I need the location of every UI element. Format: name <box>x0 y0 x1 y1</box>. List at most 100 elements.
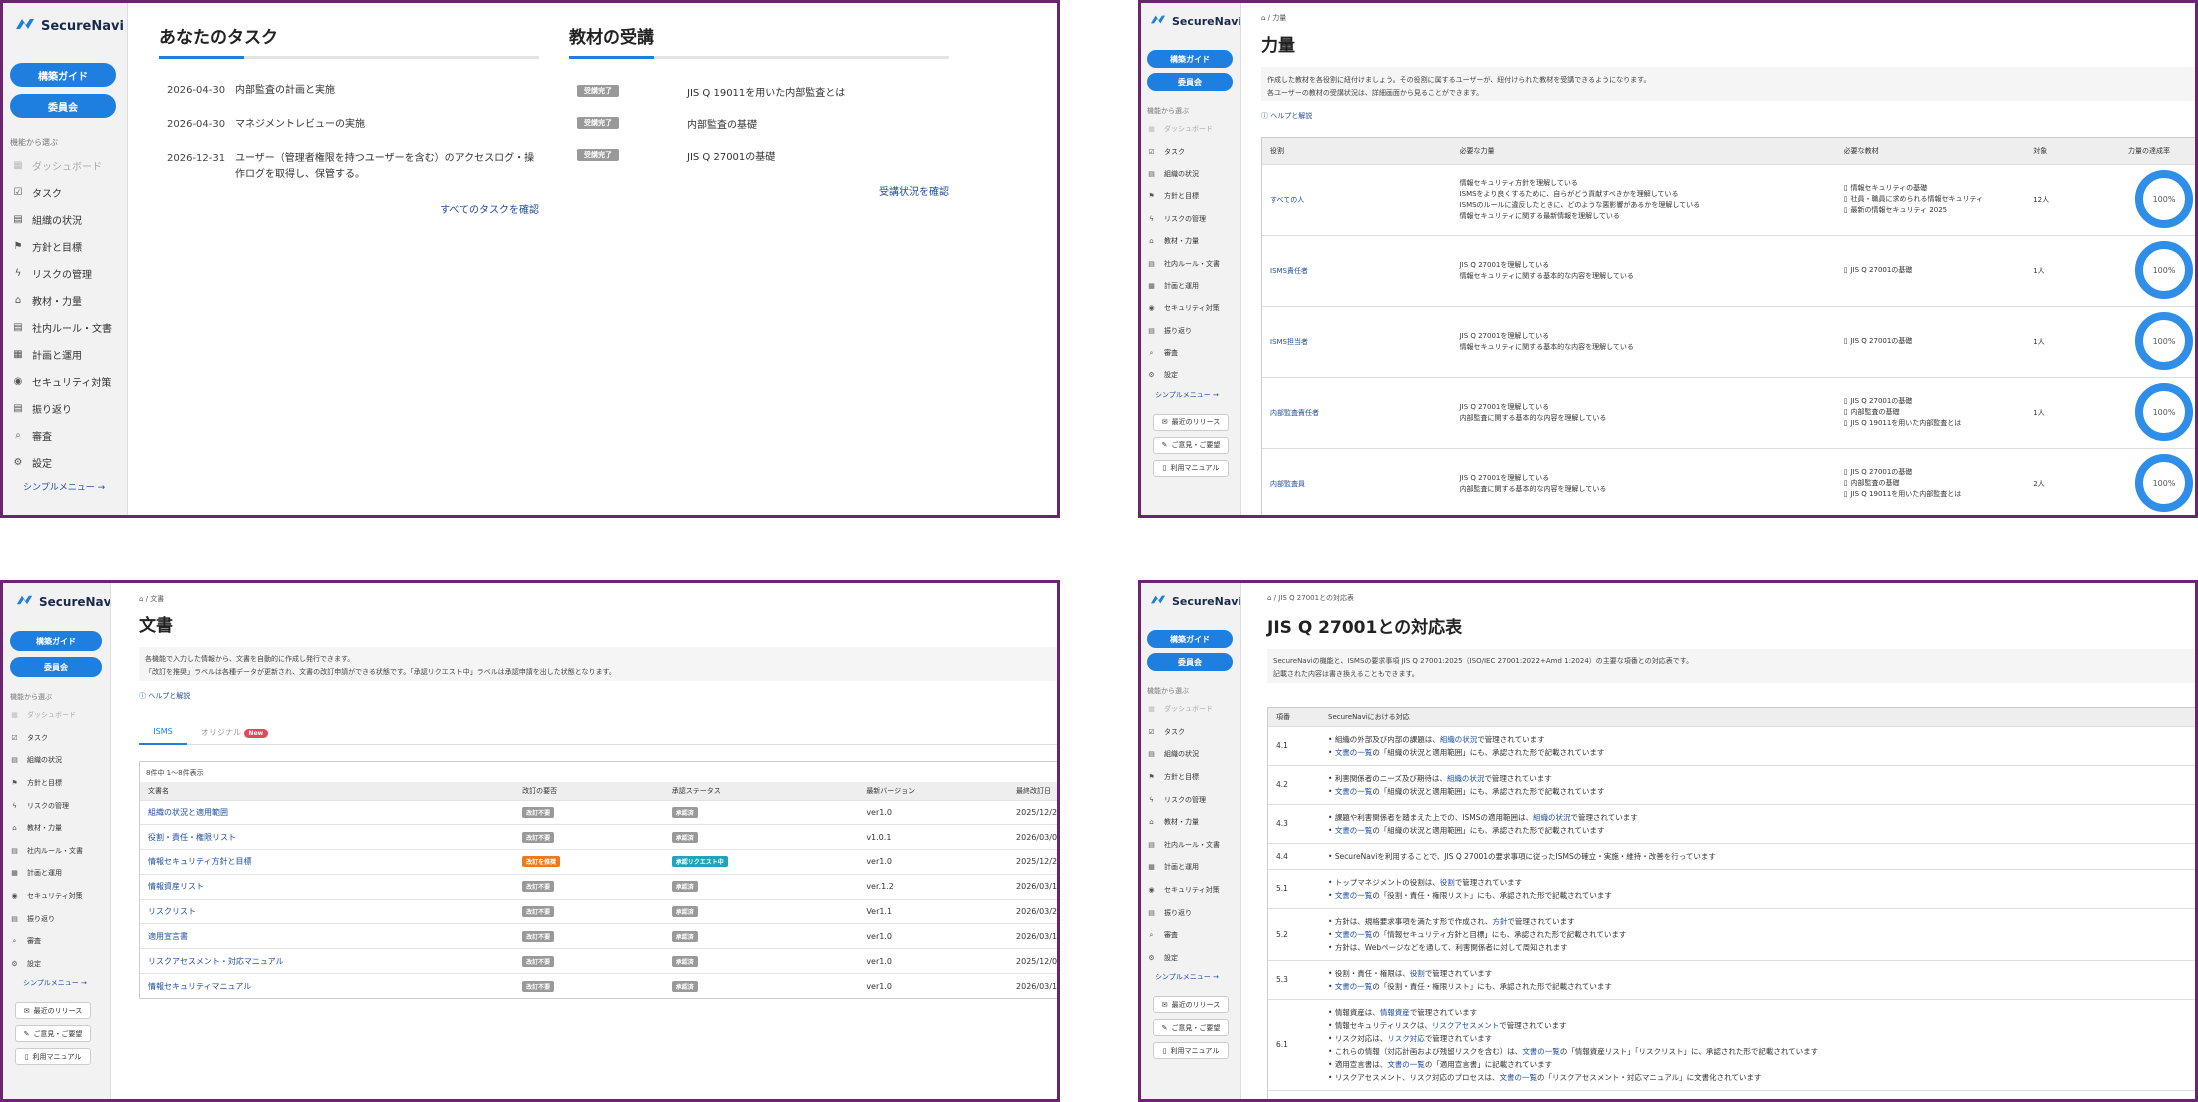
committee-button[interactable]: 委員会 <box>10 657 102 677</box>
all-tasks-link[interactable]: すべてのタスクを確認 <box>159 201 539 216</box>
tab-isms[interactable]: ISMS <box>139 723 187 745</box>
simple-menu-link[interactable]: シンプルメニュー → <box>1155 972 1240 982</box>
inline-link[interactable]: 文書の一覧 <box>1500 1073 1538 1082</box>
footer-button-1[interactable]: ✎ ご意見・ご要望 <box>1153 436 1229 454</box>
sidebar-item-4[interactable]: ϟ リスクの管理 <box>1141 208 1240 230</box>
inline-link[interactable]: 文書の一覧 <box>1335 748 1373 757</box>
sidebar-item-2[interactable]: ▤ 組織の状況 <box>1141 743 1240 766</box>
course-item[interactable]: 受講完了 内部監査の基礎 <box>569 115 949 131</box>
sidebar-item-5[interactable]: ⌂ 教材・力量 <box>1141 811 1240 834</box>
inline-link[interactable]: 文書の一覧 <box>1335 787 1373 796</box>
help-link[interactable]: ⓘ ヘルプと解説 <box>139 691 190 701</box>
sidebar-item-10[interactable]: ⌕ 審査 <box>3 930 110 953</box>
committee-button[interactable]: 委員会 <box>1147 653 1233 671</box>
task-item[interactable]: 2026-04-30 内部監査の計画と実施 <box>159 83 539 99</box>
sidebar-item-4[interactable]: ϟ リスクの管理 <box>3 260 127 287</box>
sidebar-item-1[interactable]: ☑ タスク <box>1141 721 1240 744</box>
inline-link[interactable]: 組織の状況 <box>1440 735 1478 744</box>
sidebar-item-0[interactable]: ▦ ダッシュボード <box>1141 118 1240 140</box>
sidebar-item-6[interactable]: ▤ 社内ルール・文書 <box>1141 834 1240 857</box>
inline-link[interactable]: 文書の一覧 <box>1335 982 1373 991</box>
sidebar-item-11[interactable]: ⚙ 設定 <box>1141 947 1240 970</box>
sidebar-item-3[interactable]: ⚑ 方針と目標 <box>1141 185 1240 207</box>
sidebar-item-9[interactable]: ▤ 振り返り <box>3 395 127 422</box>
sidebar-item-4[interactable]: ϟ リスクの管理 <box>1141 788 1240 811</box>
doc-link[interactable]: リスクリスト <box>148 907 196 916</box>
sidebar-item-9[interactable]: ▤ 振り返り <box>3 907 110 930</box>
role-link[interactable]: ISMS担当者 <box>1270 338 1308 346</box>
sidebar-item-6[interactable]: ▤ 社内ルール・文書 <box>1141 252 1240 274</box>
doc-link[interactable]: 情報セキュリティ方針と目標 <box>148 857 252 866</box>
sidebar-item-5[interactable]: ⌂ 教材・力量 <box>3 287 127 314</box>
inline-link[interactable]: 役割 <box>1410 969 1425 978</box>
guide-button[interactable]: 構築ガイド <box>10 631 102 651</box>
course-status-link[interactable]: 受講状況を確認 <box>569 183 949 198</box>
sidebar-item-9[interactable]: ▤ 振り返り <box>1141 320 1240 342</box>
sidebar-item-6[interactable]: ▤ 社内ルール・文書 <box>3 314 127 341</box>
sidebar-item-8[interactable]: ◉ セキュリティ対策 <box>3 885 110 908</box>
sidebar-item-8[interactable]: ◉ セキュリティ対策 <box>3 368 127 395</box>
sidebar-item-1[interactable]: ☑ タスク <box>3 727 110 750</box>
doc-link[interactable]: 組織の状況と適用範囲 <box>148 808 228 817</box>
inline-link[interactable]: リスク対応 <box>1387 1034 1425 1043</box>
task-item[interactable]: 2026-04-30 マネジメントレビューの実施 <box>159 117 539 133</box>
doc-link[interactable]: 適用宣言書 <box>148 932 188 941</box>
role-link[interactable]: ISMS責任者 <box>1270 267 1308 275</box>
guide-button[interactable]: 構築ガイド <box>1147 50 1233 68</box>
footer-button-0[interactable]: ✉ 最近のリリース <box>1153 413 1229 431</box>
sidebar-item-7[interactable]: ▦ 計画と運用 <box>3 862 110 885</box>
material-item[interactable]: ▯ JIS Q 27001の基礎 <box>1844 336 2026 347</box>
sidebar-item-3[interactable]: ⚑ 方針と目標 <box>3 233 127 260</box>
course-item[interactable]: 受講完了 JIS Q 19011を用いた内部監査とは <box>569 83 949 99</box>
sidebar-item-2[interactable]: ▤ 組織の状況 <box>3 206 127 233</box>
doc-link[interactable]: 情報資産リスト <box>148 882 204 891</box>
inline-link[interactable]: 方針 <box>1492 917 1507 926</box>
role-link[interactable]: 内部監査責任者 <box>1270 409 1319 417</box>
sidebar-item-11[interactable]: ⚙ 設定 <box>3 449 127 476</box>
footer-button-1[interactable]: ✎ ご意見・ご要望 <box>1153 1019 1229 1037</box>
material-item[interactable]: ▯ JIS Q 27001の基礎 <box>1844 396 2026 407</box>
inline-link[interactable]: 情報資産 <box>1380 1008 1410 1017</box>
sidebar-item-8[interactable]: ◉ セキュリティ対策 <box>1141 297 1240 319</box>
guide-button[interactable]: 構築ガイド <box>10 63 116 87</box>
help-link[interactable]: ⓘ ヘルプと解説 <box>1261 111 1312 121</box>
doc-link[interactable]: 情報セキュリティマニュアル <box>148 982 251 991</box>
material-item[interactable]: ▯ 情報セキュリティの基礎 <box>1844 183 2026 194</box>
committee-button[interactable]: 委員会 <box>10 94 116 118</box>
sidebar-item-4[interactable]: ϟ リスクの管理 <box>3 794 110 817</box>
inline-link[interactable]: 文書の一覧 <box>1387 1060 1425 1069</box>
footer-button-2[interactable]: ▯ 利用マニュアル <box>1153 1042 1229 1060</box>
sidebar-item-7[interactable]: ▦ 計画と運用 <box>3 341 127 368</box>
sidebar-item-8[interactable]: ◉ セキュリティ対策 <box>1141 879 1240 902</box>
sidebar-item-1[interactable]: ☑ タスク <box>1141 140 1240 162</box>
sidebar-item-5[interactable]: ⌂ 教材・力量 <box>3 817 110 840</box>
inline-link[interactable]: 文書の一覧 <box>1522 1047 1560 1056</box>
inline-link[interactable]: 組織の状況 <box>1533 813 1571 822</box>
sidebar-item-5[interactable]: ⌂ 教材・力量 <box>1141 230 1240 252</box>
doc-link[interactable]: リスクアセスメント・対応マニュアル <box>148 957 284 966</box>
sidebar-item-2[interactable]: ▤ 組織の状況 <box>3 749 110 772</box>
sidebar-item-10[interactable]: ⌕ 審査 <box>3 422 127 449</box>
course-item[interactable]: 受講完了 JIS Q 27001の基礎 <box>569 147 949 163</box>
material-item[interactable]: ▯ 最新の情報セキュリティ 2025 <box>1844 205 2026 216</box>
sidebar-item-0[interactable]: ▦ ダッシュボード <box>3 152 127 179</box>
material-item[interactable]: ▯ JIS Q 19011を用いた内部監査とは <box>1844 418 2026 429</box>
committee-button[interactable]: 委員会 <box>1147 73 1233 91</box>
sidebar-item-10[interactable]: ⌕ 審査 <box>1141 924 1240 947</box>
role-link[interactable]: 内部監査員 <box>1270 480 1305 488</box>
material-item[interactable]: ▯ JIS Q 27001の基礎 <box>1844 467 2026 478</box>
footer-button-2[interactable]: ▯ 利用マニュアル <box>1153 459 1229 477</box>
sidebar-item-3[interactable]: ⚑ 方針と目標 <box>1141 766 1240 789</box>
sidebar-item-7[interactable]: ▦ 計画と運用 <box>1141 275 1240 297</box>
home-icon[interactable]: ⌂ <box>1267 594 1271 602</box>
sidebar-item-0[interactable]: ▦ ダッシュボード <box>3 704 110 727</box>
guide-button[interactable]: 構築ガイド <box>1147 630 1233 648</box>
inline-link[interactable]: 文書の一覧 <box>1335 826 1373 835</box>
sidebar-item-11[interactable]: ⚙ 設定 <box>1141 364 1240 386</box>
footer-button-1[interactable]: ✎ ご意見・ご要望 <box>15 1025 91 1043</box>
inline-link[interactable]: 文書の一覧 <box>1335 930 1373 939</box>
sidebar-item-7[interactable]: ▦ 計画と運用 <box>1141 856 1240 879</box>
sidebar-item-2[interactable]: ▤ 組織の状況 <box>1141 163 1240 185</box>
material-item[interactable]: ▯ 内部監査の基礎 <box>1844 478 2026 489</box>
sidebar-item-1[interactable]: ☑ タスク <box>3 179 127 206</box>
